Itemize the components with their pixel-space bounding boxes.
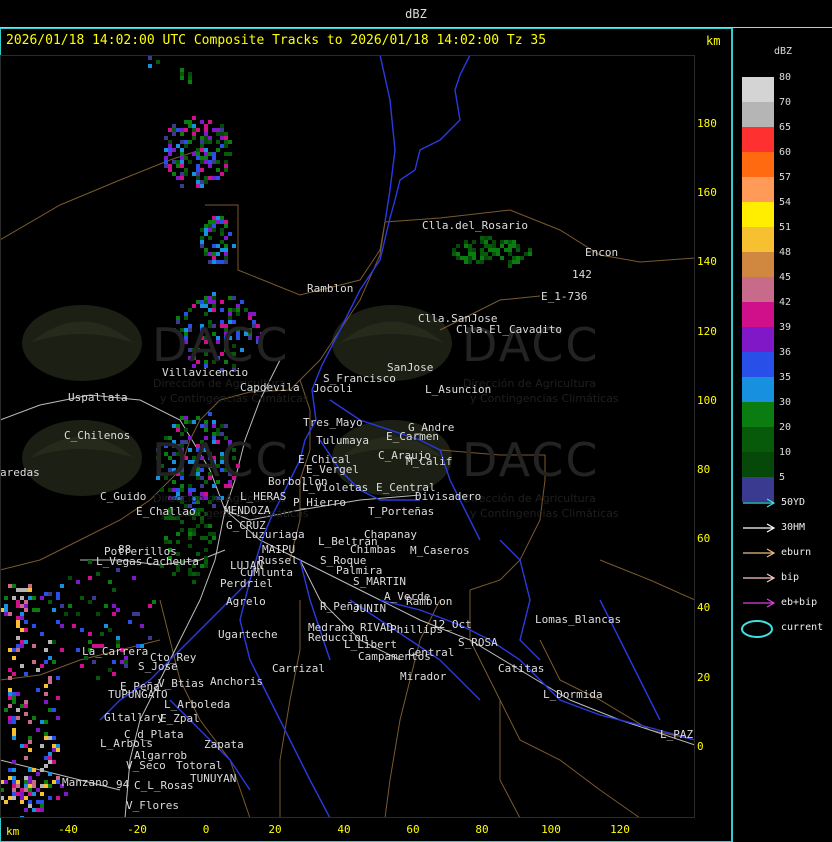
legend-swatch-label: 10 (779, 447, 792, 458)
y-tick-label: 180 (697, 117, 717, 130)
track-arrow-icon (743, 598, 776, 608)
y-tick-label: 20 (697, 670, 711, 684)
track-label: 50YD (781, 497, 806, 508)
x-tick-label: 60 (406, 823, 420, 836)
track-arrow-icon (743, 523, 776, 533)
legend-swatch (742, 452, 774, 477)
y-tick-label: 40 (697, 601, 711, 615)
legend-swatch (742, 277, 774, 302)
legend-swatch (742, 227, 774, 252)
legend-swatch-label: 30 (779, 397, 792, 408)
x-tick-label: 100 (541, 823, 561, 836)
track-arrow-icon (743, 498, 776, 508)
x-tick-label: -40 (58, 823, 78, 836)
x-tick-label: 120 (610, 823, 630, 836)
x-tick-label: 0 (202, 823, 210, 836)
legend-swatch (742, 177, 774, 202)
legend-swatch-label: 57 (779, 172, 792, 183)
y-tick-label: 160 (697, 186, 717, 200)
legend-swatch-label: 39 (779, 322, 792, 333)
track-label: eburn (781, 547, 812, 558)
legend-swatch (742, 352, 774, 377)
y-tick-label: 80 (697, 463, 711, 476)
track-label: bip (781, 572, 800, 583)
legend-swatch (742, 77, 774, 102)
legend-swatch-label: 65 (779, 122, 792, 133)
legend-swatch (742, 327, 774, 352)
legend-swatch (742, 252, 774, 277)
axis-unit-bottom: km (6, 825, 20, 838)
legend-swatch-label: 42 (779, 297, 792, 308)
legend-swatch-label: 35 (779, 372, 792, 383)
track-arrow-icon (743, 573, 776, 583)
x-tick-label: -20 (127, 823, 147, 836)
legend-swatch-label: 48 (779, 247, 792, 258)
legend-swatch-label: 70 (779, 97, 792, 108)
legend-panel: dBZ 80 70 65 60 57 54 51 48 45 42 39 36 35 30 20 10 5 50… (732, 28, 832, 842)
legend-swatch-label: 36 (779, 347, 792, 358)
legend-swatch-label: 45 (779, 272, 792, 283)
legend-title: dBZ (773, 46, 793, 57)
legend-swatch-label: 5 (779, 472, 786, 483)
y-tick-label: 60 (697, 532, 711, 546)
x-tick-label: 20 (268, 823, 282, 836)
legend-swatch (742, 202, 774, 227)
track-label: eb+bip (781, 597, 818, 608)
y-tick-label: 140 (697, 255, 717, 269)
legend-swatch (742, 302, 774, 327)
legend-swatch (742, 102, 774, 127)
legend-current-label: current (781, 622, 824, 633)
window-title: dBZ (0, 0, 832, 28)
legend-swatch-label: 51 (779, 222, 792, 233)
legend-swatch-label: 80 (779, 72, 792, 83)
y-tick-label: 0 (697, 739, 704, 753)
legend-swatch (742, 377, 774, 402)
y-tick-label: 120 (697, 324, 717, 338)
x-tick-label: 80 (475, 823, 489, 836)
track-label: 30HM (781, 522, 806, 533)
x-tick-label: 40 (337, 823, 351, 836)
legend-swatch (742, 402, 774, 427)
map-plot-border (0, 55, 695, 818)
legend-swatch (742, 427, 774, 452)
y-tick-label: 100 (697, 393, 717, 407)
current-ellipse-icon (741, 620, 773, 638)
track-arrow-icon (743, 548, 776, 558)
legend-swatch (742, 152, 774, 177)
legend-swatch-label: 60 (779, 147, 792, 158)
legend-swatch-label: 54 (779, 197, 792, 208)
legend-swatch (742, 127, 774, 152)
legend-swatch-label: 20 (779, 422, 792, 433)
